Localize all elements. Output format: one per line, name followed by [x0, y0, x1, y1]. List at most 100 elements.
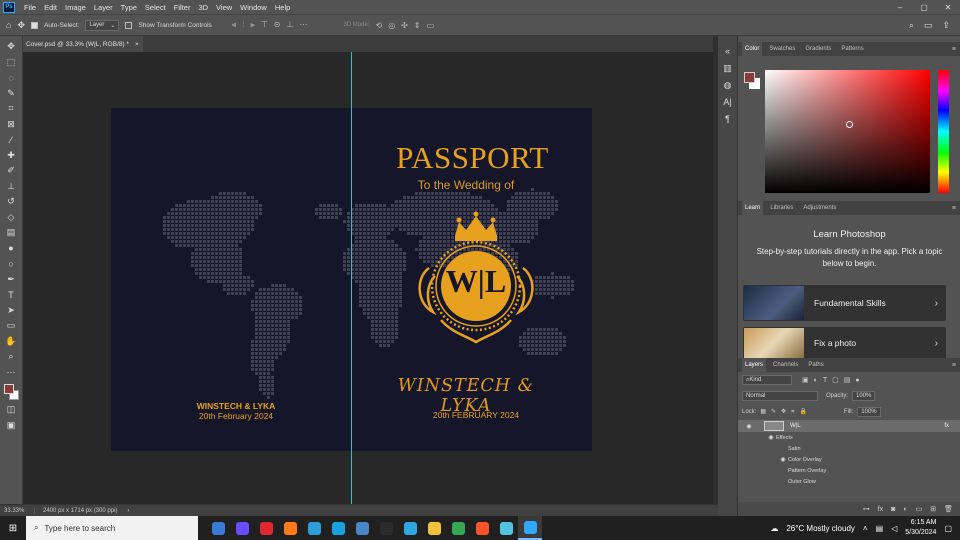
- tab-adjustments[interactable]: Adjustments: [800, 201, 839, 215]
- spine-guide-line[interactable]: [351, 52, 352, 504]
- tab-layers[interactable]: Layers: [742, 358, 767, 372]
- 3d-pan-icon[interactable]: ✣: [401, 21, 408, 30]
- history-icon[interactable]: ▥: [723, 63, 732, 75]
- maximize-button[interactable]: ▢: [912, 3, 936, 12]
- hand-tool-icon[interactable]: ✋: [3, 334, 19, 350]
- fx-badge[interactable]: fx: [944, 423, 949, 429]
- status-menu-arrow-icon[interactable]: ›: [117, 508, 129, 514]
- align-left-icon[interactable]: ⫷: [232, 20, 237, 30]
- link-layers-icon[interactable]: ⊶: [863, 505, 870, 513]
- align-center-icon[interactable]: ⫶: [242, 20, 244, 30]
- menu-select[interactable]: Select: [141, 3, 170, 12]
- tab-color[interactable]: Color: [742, 42, 763, 56]
- menu-help[interactable]: Help: [271, 3, 294, 12]
- tab-paths[interactable]: Paths: [805, 358, 826, 372]
- tab-patterns[interactable]: Patterns: [838, 42, 866, 56]
- show-transform-checkbox[interactable]: [125, 21, 133, 29]
- close-tab-icon[interactable]: ×: [135, 41, 139, 48]
- tab-channels[interactable]: Channels: [770, 358, 801, 372]
- rectangle-tool-icon[interactable]: ▭: [3, 318, 19, 334]
- menu-3d[interactable]: 3D: [194, 3, 212, 12]
- zoom-level[interactable]: 33.33%: [0, 507, 35, 514]
- collapse-icon[interactable]: «: [725, 46, 730, 58]
- tray-chevron-icon[interactable]: ˄: [863, 524, 868, 533]
- lock-icons[interactable]: ▦✎✥⌗🔒: [760, 408, 812, 416]
- weather-text[interactable]: 26°C Mostly cloudy: [786, 524, 855, 533]
- frame-tool-icon[interactable]: ⊠: [3, 117, 19, 133]
- taskbar-app-icon[interactable]: [302, 516, 326, 540]
- taskbar-app-icon[interactable]: [446, 516, 470, 540]
- network-icon[interactable]: ▤: [876, 524, 884, 533]
- align-bottom-icon[interactable]: ⊥: [287, 20, 294, 30]
- layer-filter-dropdown[interactable]: ⌕ Kind: [742, 375, 792, 385]
- taskbar-app-icon[interactable]: [398, 516, 422, 540]
- paragraph-icon[interactable]: ¶: [725, 114, 730, 126]
- tab-libraries[interactable]: Libraries: [767, 201, 796, 215]
- menu-window[interactable]: Window: [236, 3, 271, 12]
- move-tool-icon[interactable]: ✥: [17, 20, 25, 31]
- notifications-icon[interactable]: ▢: [944, 524, 952, 533]
- gradient-tool-icon[interactable]: ▤: [3, 225, 19, 241]
- align-top-icon[interactable]: ⊤: [261, 20, 268, 30]
- eye-icon[interactable]: ◉: [778, 456, 788, 463]
- clone-stamp-tool-icon[interactable]: ⊥: [3, 179, 19, 195]
- color-swatches[interactable]: [3, 384, 19, 402]
- eyedropper-tool-icon[interactable]: ⁄: [3, 132, 19, 148]
- menu-view[interactable]: View: [212, 3, 236, 12]
- learn-card-fix-photo[interactable]: Fix a photo ›: [743, 327, 946, 359]
- document-tab[interactable]: Cover.psd @ 33.3% (W|L, RGB/8) * ×: [23, 36, 143, 52]
- tab-gradients[interactable]: Gradients: [802, 42, 834, 56]
- learn-card-fundamental-skills[interactable]: Fundamental Skills ›: [743, 285, 946, 321]
- color-picker-field[interactable]: [765, 70, 930, 193]
- opacity-input[interactable]: 100%: [852, 391, 876, 401]
- dodge-tool-icon[interactable]: ○: [3, 256, 19, 272]
- blur-tool-icon[interactable]: ●: [3, 241, 19, 257]
- tab-learn[interactable]: Learn: [742, 201, 764, 215]
- taskbar-app-icon[interactable]: [494, 516, 518, 540]
- panel-menu-icon[interactable]: ≡: [952, 362, 956, 369]
- move-tool-icon[interactable]: ✥: [3, 39, 19, 55]
- 3d-roll-icon[interactable]: ◎: [388, 21, 395, 30]
- workspace-icon[interactable]: ▭: [924, 20, 933, 31]
- taskbar-app-icon[interactable]: [206, 516, 230, 540]
- marquee-tool-icon[interactable]: ⬚: [3, 55, 19, 71]
- panel-menu-icon[interactable]: ≡: [952, 205, 956, 212]
- eraser-tool-icon[interactable]: ◇: [3, 210, 19, 226]
- path-select-tool-icon[interactable]: ➤: [3, 303, 19, 319]
- auto-select-target-dropdown[interactable]: Layer ⌄: [85, 19, 120, 31]
- effect-satin[interactable]: Satin: [738, 443, 960, 454]
- character-icon[interactable]: A|: [723, 97, 731, 109]
- lasso-tool-icon[interactable]: ◌: [3, 70, 19, 86]
- brush-tool-icon[interactable]: ✐: [3, 163, 19, 179]
- close-window-button[interactable]: ✕: [936, 3, 960, 12]
- share-icon[interactable]: ⇪: [942, 20, 950, 31]
- quick-select-tool-icon[interactable]: ✎: [3, 86, 19, 102]
- menu-filter[interactable]: Filter: [170, 3, 195, 12]
- delete-layer-icon[interactable]: 🗑: [944, 505, 953, 513]
- search-icon[interactable]: ⌕: [909, 20, 914, 31]
- add-mask-icon[interactable]: ◙: [891, 506, 895, 513]
- type-tool-icon[interactable]: T: [3, 287, 19, 303]
- taskbar-app-icon[interactable]: [278, 516, 302, 540]
- screen-mode-icon[interactable]: ▣: [3, 418, 19, 434]
- taskbar-app-icon[interactable]: [470, 516, 494, 540]
- pen-tool-icon[interactable]: ✒: [3, 272, 19, 288]
- quick-mask-icon[interactable]: ◫: [3, 402, 19, 418]
- menu-type[interactable]: Type: [117, 3, 141, 12]
- menu-layer[interactable]: Layer: [90, 3, 117, 12]
- panel-menu-icon[interactable]: ≡: [952, 46, 956, 53]
- effects-row[interactable]: ◉ Effects: [738, 432, 960, 443]
- properties-icon[interactable]: ◍: [724, 80, 732, 92]
- eye-icon[interactable]: ◉: [766, 434, 776, 441]
- foreground-color-chip[interactable]: [744, 72, 755, 83]
- menu-image[interactable]: Image: [61, 3, 90, 12]
- crop-tool-icon[interactable]: ⌗: [3, 101, 19, 117]
- taskbar-app-icon[interactable]: [518, 516, 542, 540]
- taskbar-app-icon[interactable]: [350, 516, 374, 540]
- taskbar-app-icon[interactable]: [422, 516, 446, 540]
- hue-slider[interactable]: [938, 70, 949, 193]
- fill-input[interactable]: 100%: [857, 407, 881, 417]
- 3d-scale-icon[interactable]: ▭: [427, 21, 435, 30]
- minimize-button[interactable]: –: [888, 3, 912, 12]
- effect-pattern-overlay[interactable]: Pattern Overlay: [738, 465, 960, 476]
